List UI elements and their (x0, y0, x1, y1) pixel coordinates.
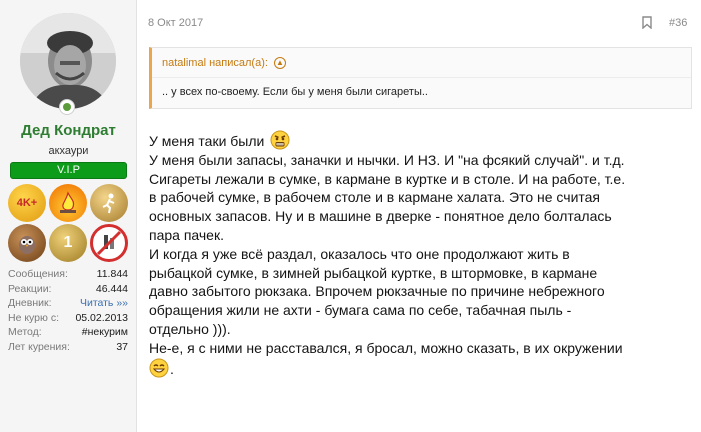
post-line: Сигареты лежали в сумке, в кармане в кур… (149, 170, 626, 187)
trophy-label: 4K+ (16, 197, 38, 209)
stat-smoking-years: Лет курения: 37 (8, 340, 128, 355)
grumpy-smiley-icon (270, 130, 290, 150)
post-line: Не-е, я с ними не расставался, я бросал,… (149, 339, 623, 356)
stat-method: Метод: #некурим (8, 325, 128, 340)
runner-medal-icon[interactable] (90, 184, 128, 222)
arrow-up-icon[interactable]: ▲ (273, 57, 286, 69)
post-line: И когда я уже всё раздал, оказалось что … (149, 245, 570, 262)
post-line: . (149, 358, 697, 379)
stat-label: Реакции: (8, 282, 52, 295)
user-sidebar: Дед Кондрат акхаури V.I.P 4K+ 1 Сообщени… (0, 0, 137, 432)
stat-label: Не курю с: (8, 311, 59, 324)
bookmark-icon[interactable] (642, 16, 652, 29)
vip-badge: V.I.P (10, 162, 127, 179)
stat-quit-date: Не курю с: 05.02.2013 (8, 311, 128, 326)
user-title: акхаури (48, 145, 89, 157)
avatar[interactable] (20, 13, 116, 109)
stat-diary: Дневник: Читать »» (8, 296, 128, 311)
post-line: отдельно ))). (149, 320, 231, 337)
no-smoking-drinking-medal-icon[interactable] (90, 224, 128, 262)
trophy-label: 1 (63, 234, 73, 251)
stat-messages: Сообщения: 11.844 (8, 267, 128, 282)
user-avatar-photo (20, 13, 116, 109)
post-line: обращения жили не ахти - бумага сама по … (149, 302, 572, 319)
4k-plus-medal-icon[interactable]: 4K+ (8, 184, 46, 222)
campfire-medal-icon[interactable] (49, 184, 87, 222)
quote-text: .. у всех по-своему. Если бы у меня были… (162, 86, 428, 98)
stat-value: 37 (116, 340, 128, 353)
stat-value: 11.844 (96, 268, 128, 280)
post-line: в рабочей сумке, в рабочем столе и в кар… (149, 189, 601, 206)
quote-block: natalimal написал(а): ▲ .. у всех по-сво… (149, 47, 692, 109)
post-line-text: . (170, 360, 174, 377)
divider (152, 77, 691, 78)
quote-author[interactable]: natalimal написал(а): (162, 57, 268, 69)
stat-label: Дневник: (8, 297, 52, 310)
stat-reactions: Реакции: 46.444 (8, 282, 128, 297)
number-one-medal-icon[interactable]: 1 (49, 224, 87, 262)
stat-value: 46.444 (95, 282, 128, 295)
username[interactable]: Дед Кондрат (0, 122, 137, 139)
online-status-icon (59, 99, 75, 115)
owl-medal-icon[interactable] (8, 224, 46, 262)
stat-value: #некурим (81, 326, 128, 339)
quote-header[interactable]: natalimal написал(а): ▲ (162, 57, 286, 69)
stat-value: 05.02.2013 (75, 311, 128, 324)
grin-smiley-icon (149, 358, 169, 378)
stat-label: Сообщения: (8, 268, 68, 280)
stat-label: Метод: (8, 326, 42, 339)
post-line: основных запасов. Ну и в машине в дверке… (149, 208, 612, 225)
diary-read-link[interactable]: Читать »» (80, 296, 128, 311)
stat-label: Лет курения: (8, 340, 70, 353)
post-line-text: У меня таки были (149, 133, 265, 149)
post-line: рыбацкой сумке, в зимней рыбацкой куртке… (149, 264, 598, 281)
post-line: давно забытого рюкзака. Впрочем рюкзачны… (149, 283, 605, 300)
post-line: пара пачек. (149, 226, 224, 243)
user-stats: Сообщения: 11.844 Реакции: 46.444 Дневни… (8, 267, 128, 355)
post-number[interactable]: #36 (669, 17, 687, 29)
post-line: У меня таки были (149, 130, 697, 151)
post-line: У меня были запасы, заначки и нычки. И Н… (149, 151, 625, 168)
post-body: У меня таки были У меня были запасы, зан… (149, 130, 697, 378)
post-date[interactable]: 8 Окт 2017 (148, 17, 203, 29)
